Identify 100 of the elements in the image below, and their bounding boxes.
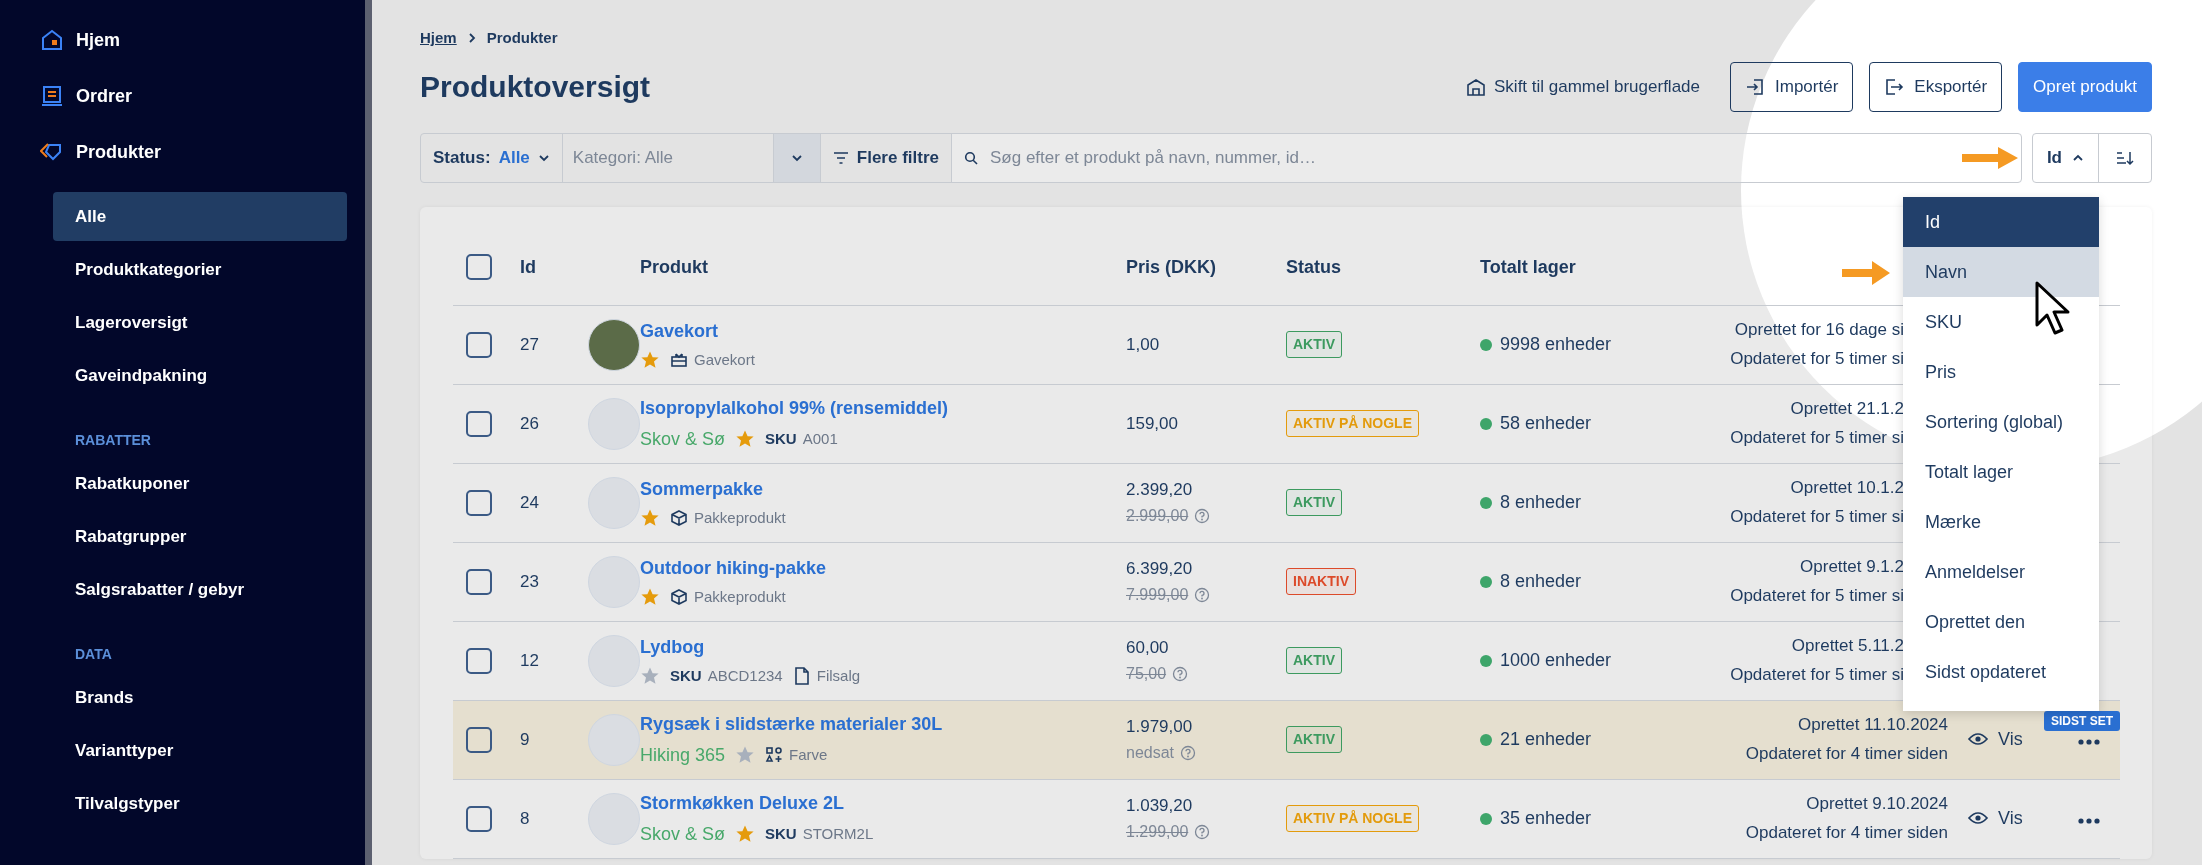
status-badge: AKTIV PÅ NOGLE	[1286, 805, 1419, 832]
gift-card-icon	[670, 351, 688, 369]
sidebar-subitem[interactable]: Produktkategorier	[53, 245, 347, 294]
table-cell: 24	[520, 492, 539, 512]
more-options-icon[interactable]	[2078, 817, 2100, 824]
sidebar-item[interactable]: Hjem	[40, 12, 347, 68]
row-checkbox[interactable]	[466, 568, 492, 595]
product-link[interactable]: Outdoor hiking-pakke	[640, 554, 826, 582]
sort-option[interactable]: SKU	[1903, 297, 2099, 347]
column-header: Id	[520, 256, 536, 277]
sort-option[interactable]: Mærke	[1903, 497, 2099, 547]
breadcrumb-current: Produkter	[486, 27, 558, 48]
more-filters-button[interactable]: Flere filtre	[819, 133, 952, 183]
sidebar-subitem[interactable]: Tilvalgstyper	[53, 779, 347, 828]
price: 1.979,00	[1126, 716, 1194, 738]
stock-count: 8 enheder	[1500, 570, 1582, 593]
more-options-icon[interactable]	[2078, 738, 2100, 745]
row-checkbox[interactable]	[466, 410, 492, 437]
old-price: 75,00	[1126, 663, 1167, 684]
table-cell: 27	[520, 334, 539, 354]
product-link[interactable]: Stormkøkken Deluxe 2L	[640, 789, 845, 817]
sort-option[interactable]: Sidst opdateret	[1903, 647, 2099, 697]
price: 1,00	[1126, 333, 1161, 356]
sort-option[interactable]: Anmeldelser	[1903, 547, 2099, 597]
category-field[interactable]: Kategori: Alle	[561, 133, 774, 183]
sidebar-item[interactable]: Ordrer	[40, 68, 347, 124]
home-icon	[40, 28, 64, 52]
price-note: nedsat	[1126, 742, 1175, 763]
sidebar-subitem[interactable]: Rabatkuponer	[53, 459, 347, 508]
updated-date: Opdateret for 5 timer si	[1729, 426, 1904, 449]
select-all-checkbox[interactable]	[466, 254, 492, 281]
sort-option[interactable]: Sortering (global)	[1903, 397, 2099, 447]
stock-dot	[1480, 338, 1492, 351]
row-checkbox[interactable]	[466, 489, 492, 516]
table-cell: 23	[520, 571, 539, 591]
product-link[interactable]: Rygsæk i slidstærke materialer 30L	[640, 710, 943, 738]
cube-icon	[670, 588, 688, 606]
sidebar-subitem[interactable]: Rabatgrupper	[53, 512, 347, 561]
status-badge: AKTIV	[1286, 647, 1342, 674]
file-icon	[792, 666, 811, 686]
sidebar-subitem[interactable]: Gaveindpakning	[53, 351, 347, 400]
product-link[interactable]: Gavekort	[640, 317, 719, 345]
view-link[interactable]: Vis	[1968, 804, 2023, 832]
help-icon	[1172, 665, 1189, 682]
sidebar-subitem[interactable]: Brands	[53, 673, 347, 722]
status-badge: AKTIV	[1286, 726, 1342, 753]
sidebar-subitem[interactable]: Salgsrabatter / gebyr	[53, 565, 347, 614]
search-icon	[964, 151, 978, 165]
stock-dot	[1480, 496, 1492, 509]
sidebar-subitem[interactable]: Lageroversigt	[53, 298, 347, 347]
help-icon	[1194, 586, 1211, 603]
filter-icon	[832, 151, 849, 165]
search-bar[interactable]: Søg efter et produkt på navn, nummer, id…	[951, 133, 2022, 183]
row-checkbox[interactable]	[466, 647, 492, 674]
help-icon	[1194, 823, 1211, 840]
updated-date: Opdateret for 4 timer siden	[1744, 821, 1948, 844]
updated-date: Opdateret for 4 timer siden	[1744, 742, 1948, 765]
created-date: Oprettet 11.10.2024	[1797, 713, 1948, 736]
stock-dot	[1480, 654, 1492, 667]
row-checkbox[interactable]	[466, 805, 492, 832]
product-link[interactable]: Isopropylalkohol 99% (rensemiddel)	[640, 394, 949, 422]
arrow-icon	[1960, 145, 2020, 171]
help-icon	[1180, 744, 1197, 761]
column-header: Status	[1286, 256, 1341, 277]
stock-dot	[1480, 575, 1492, 588]
view-link[interactable]: Vis	[1968, 725, 2023, 753]
sidebar-item[interactable]: Produkter	[40, 124, 347, 180]
price: 159,00	[1126, 412, 1179, 435]
breadcrumb-link[interactable]: Hjem	[420, 26, 457, 50]
chevron-down-icon	[537, 152, 550, 164]
sort-option[interactable]: Pris	[1903, 347, 2099, 397]
created-date: Oprettet for 16 dage si	[1733, 318, 1904, 341]
sort-option[interactable]: Totalt lager	[1903, 447, 2099, 497]
product-link[interactable]: Sommerpakke	[640, 475, 764, 503]
old-price: 2.999,00	[1126, 505, 1189, 526]
sku-text: SKU STORM2L	[765, 823, 874, 844]
product-type: Gavekort	[694, 349, 755, 370]
product-link[interactable]: Lydbog	[640, 633, 705, 661]
sort-option[interactable]: Id	[1903, 197, 2099, 247]
eye-icon	[1968, 732, 1988, 746]
price: 2.399,20	[1126, 479, 1194, 501]
legacy-ui-link[interactable]: Skift til gammel brugerflade	[1466, 74, 1700, 100]
product-type: Filsalg	[816, 665, 861, 686]
table-cell: 12	[520, 650, 539, 670]
product-type: Pakkeprodukt	[694, 586, 786, 607]
row-checkbox[interactable]	[466, 726, 492, 753]
sidebar-subitem[interactable]: Varianttyper	[53, 726, 347, 775]
export-button[interactable]: Eksportér	[1869, 62, 2003, 112]
sort-option[interactable]: Oprettet den	[1903, 597, 2099, 647]
sort-option[interactable]: Navn	[1903, 247, 2099, 297]
table-cell: 9	[520, 729, 530, 749]
old-price: 7.999,00	[1126, 584, 1189, 605]
sidebar-subitem[interactable]: Alle	[53, 192, 347, 241]
search-input[interactable]: Søg efter et produkt på navn, nummer, id…	[988, 144, 1943, 172]
stock-count: 9998 enheder	[1500, 333, 1612, 356]
status-filter[interactable]: Status: Alle	[420, 133, 563, 183]
row-checkbox[interactable]	[466, 331, 492, 358]
import-button[interactable]: Importér	[1730, 62, 1854, 112]
stock-count: 35 enheder	[1500, 807, 1592, 830]
create-button[interactable]: Opret produkt	[2018, 62, 2152, 112]
